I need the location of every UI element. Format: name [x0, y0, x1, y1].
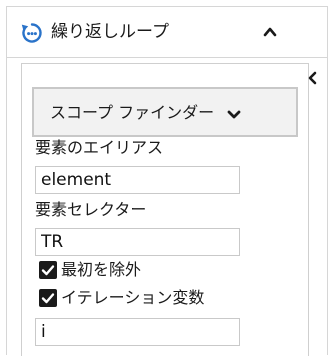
scope-finder-label: スコープ ファインダー: [50, 103, 215, 122]
iteration-variable-input[interactable]: [35, 318, 240, 346]
loop-refresh-icon: [21, 23, 42, 43]
checkbox-checked-icon: [39, 289, 57, 307]
scope-finder-button[interactable]: スコープ ファインダー: [32, 87, 298, 137]
loop-panel: 繰り返しループ スコープ ファインダー 要素のエイリアス 要素セレクター 最初を…: [6, 6, 328, 356]
checkbox-checked-icon: [39, 261, 57, 279]
iteration-variable-label: イテレーション変数: [61, 288, 205, 307]
element-selector-input[interactable]: [35, 228, 240, 256]
element-alias-input[interactable]: [35, 166, 240, 194]
exclude-first-label: 最初を除外: [61, 260, 142, 279]
element-selector-label: 要素セレクター: [35, 200, 147, 219]
chevron-up-icon: [263, 27, 277, 37]
side-collapse-button[interactable]: [304, 68, 322, 88]
element-alias-label: 要素のエイリアス: [35, 138, 164, 157]
panel-title: 繰り返しループ: [51, 22, 169, 42]
chevron-down-icon: [227, 110, 241, 119]
collapse-button[interactable]: [257, 21, 283, 43]
panel-header: 繰り返しループ: [7, 7, 327, 58]
chevron-left-icon: [308, 71, 317, 85]
